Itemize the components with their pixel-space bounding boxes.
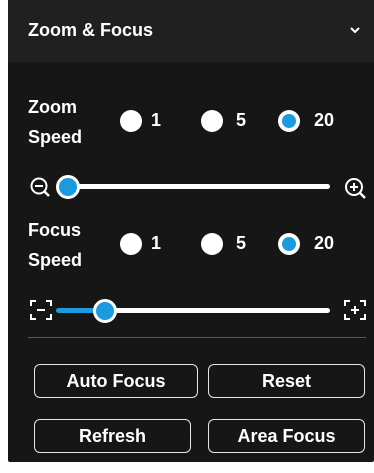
focus-speed-radio-1[interactable]	[120, 233, 142, 255]
zoom-focus-panel: Zoom & Focus Zoom Speed 1 5 20 Focus Spe…	[8, 0, 374, 462]
section-divider	[28, 337, 366, 338]
reset-button[interactable]: Reset	[208, 364, 365, 398]
zoom-speed-radio-1[interactable]	[120, 110, 142, 132]
area-focus-button[interactable]: Area Focus	[208, 419, 365, 453]
focus-speed-radio-20[interactable]	[278, 233, 300, 255]
focus-speed-label: Focus Speed	[28, 215, 82, 275]
zoom-speed-label-line2: Speed	[28, 127, 83, 147]
refresh-button[interactable]: Refresh	[34, 419, 191, 453]
zoom-speed-option-20: 20	[314, 110, 335, 130]
zoom-slider-thumb[interactable]	[56, 175, 80, 199]
zoom-speed-radio-5[interactable]	[201, 110, 223, 132]
panel-header[interactable]: Zoom & Focus	[8, 0, 374, 62]
zoom-speed-label-line1: Zoom	[28, 97, 77, 117]
focus-near-icon[interactable]	[30, 300, 52, 320]
focus-speed-option-20: 20	[314, 233, 335, 253]
focus-speed-label-line2: Speed	[28, 250, 83, 270]
focus-slider-thumb[interactable]	[93, 299, 117, 323]
focus-speed-radio-5[interactable]	[201, 233, 223, 255]
zoom-slider-track[interactable]	[60, 184, 330, 189]
zoom-speed-option-5: 5	[236, 110, 247, 130]
focus-speed-option-5: 5	[236, 233, 247, 253]
zoom-speed-radio-20[interactable]	[278, 110, 300, 132]
focus-speed-option-1: 1	[151, 233, 162, 253]
focus-speed-label-line1: Focus	[28, 220, 82, 240]
chevron-down-icon[interactable]	[348, 23, 362, 37]
zoom-in-icon[interactable]	[344, 177, 366, 199]
auto-focus-button[interactable]: Auto Focus	[34, 364, 198, 398]
panel-title: Zoom & Focus	[28, 20, 153, 40]
zoom-out-icon[interactable]	[30, 177, 50, 197]
zoom-speed-option-1: 1	[151, 110, 162, 130]
focus-far-icon[interactable]	[344, 300, 366, 320]
zoom-speed-label: Zoom Speed	[28, 92, 82, 152]
